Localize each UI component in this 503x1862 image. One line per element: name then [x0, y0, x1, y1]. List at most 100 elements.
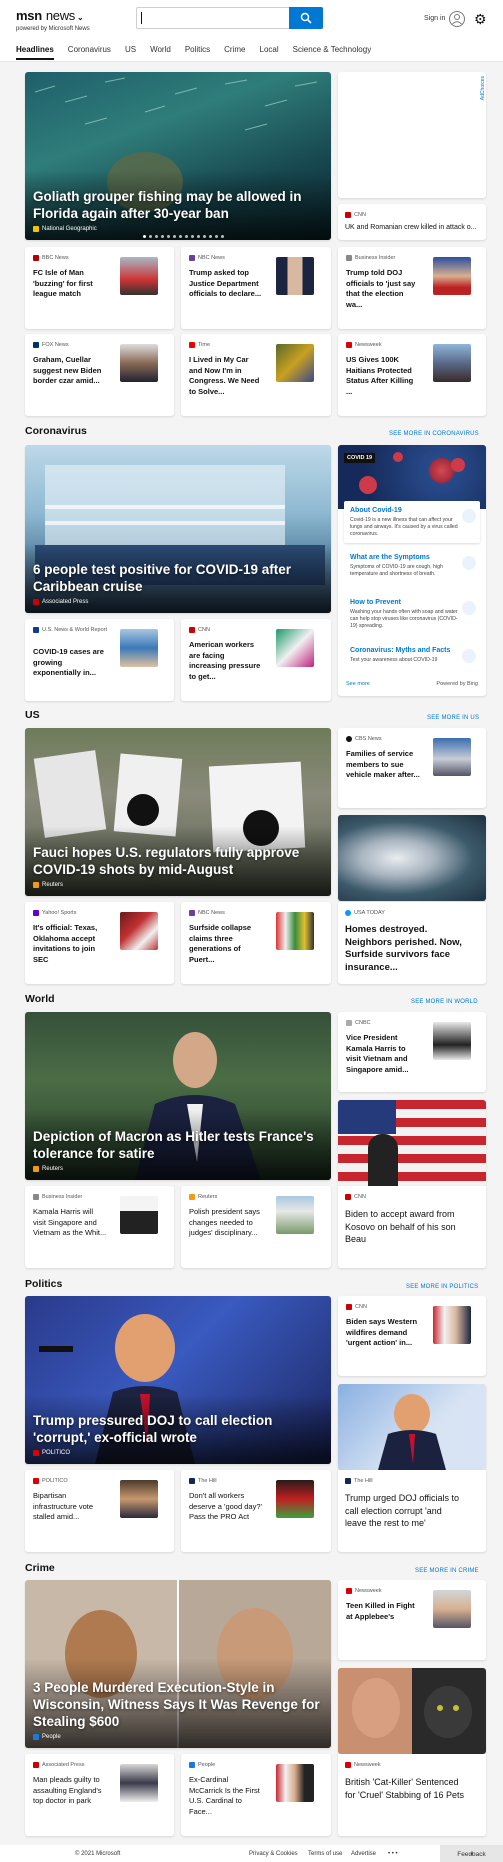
more-options-icon[interactable]: • • •	[388, 1851, 398, 1857]
world-image-card[interactable]	[338, 1100, 486, 1186]
source-logo-icon	[345, 1762, 351, 1768]
nav-tab-science-technology[interactable]: Science & Technology	[293, 45, 372, 60]
source-name: CNBC	[355, 1020, 371, 1026]
source-name: Business Insider	[355, 255, 396, 261]
source-name: U.S. News & World Report	[42, 627, 108, 633]
section-title-us[interactable]: US	[25, 709, 40, 721]
nav-tab-us[interactable]: US	[125, 45, 136, 60]
news-title: Teen Killed in Fight at Applebee's	[346, 1601, 415, 1621]
crime-image-card[interactable]	[338, 1668, 486, 1754]
news-title: Man pleads guilty to assaulting England'…	[33, 1775, 102, 1805]
section-title-coronavirus[interactable]: Coronavirus	[25, 425, 87, 437]
news-card[interactable]: U.S. News & World Report COVID-19 cases …	[25, 619, 174, 701]
see-more-crime-link[interactable]: SEE MORE IN CRIME	[415, 1568, 479, 1574]
news-title: Vice President Kamala Harris to visit Vi…	[346, 1033, 409, 1074]
news-card[interactable]: Newsweek Teen Killed in Fight at Applebe…	[338, 1580, 486, 1660]
nav-tab-local[interactable]: Local	[260, 45, 279, 60]
news-card[interactable]: Business Insider Trump told DOJ official…	[338, 247, 486, 329]
news-card[interactable]: Newsweek British 'Cat-Killer' Sentenced …	[338, 1754, 486, 1836]
politics-hero-card[interactable]: Trump pressured DOJ to call election 'co…	[25, 1296, 331, 1464]
search-input[interactable]	[139, 9, 289, 27]
news-card[interactable]: CBS News Families of service members to …	[338, 728, 486, 808]
covid-see-more-link[interactable]: See more	[346, 681, 370, 687]
news-card[interactable]: CNN Biden to accept award from Kosovo on…	[338, 1186, 486, 1268]
news-card[interactable]: Newsweek US Gives 100K Haitians Protecte…	[338, 334, 486, 416]
us-image-card[interactable]	[338, 815, 486, 901]
news-card[interactable]: People Ex-Cardinal McCarrick Is the Firs…	[181, 1754, 331, 1836]
msn-logo[interactable]: msn news ⌄	[16, 8, 84, 23]
news-thumbnail	[120, 629, 158, 667]
us-hero-card[interactable]: Fauci hopes U.S. regulators fully approv…	[25, 728, 331, 896]
source-logo-icon	[346, 736, 352, 742]
news-card[interactable]: Reuters Polish president says changes ne…	[181, 1186, 331, 1268]
see-more-us-link[interactable]: SEE MORE IN US	[427, 715, 479, 721]
source-logo-icon	[33, 1478, 39, 1484]
covid-item-symptoms[interactable]: What are the Symptoms Symptoms of COVID-1…	[344, 548, 480, 588]
news-card[interactable]: The Hill Don't all workers deserve a 'go…	[181, 1470, 331, 1552]
news-title: Graham, Cuellar suggest new Biden border…	[33, 355, 102, 385]
copyright: © 2021 Microsoft	[75, 1851, 121, 1857]
news-thumbnail	[433, 1022, 471, 1060]
news-thumbnail	[276, 1196, 314, 1234]
advertise-link[interactable]: Advertise	[351, 1851, 376, 1857]
news-card[interactable]: Yahoo! Sports It's official: Texas, Okla…	[25, 902, 174, 984]
source-logo-icon	[33, 1450, 39, 1456]
search-button[interactable]	[289, 7, 323, 29]
privacy-link[interactable]: Privacy & Cookies	[249, 1851, 298, 1857]
source-name: Reuters	[198, 1194, 218, 1200]
nav-tab-coronavirus[interactable]: Coronavirus	[68, 45, 111, 60]
section-title-crime[interactable]: Crime	[25, 1562, 55, 1574]
section-title-world[interactable]: World	[25, 993, 55, 1005]
source-name: Yahoo! Sports	[42, 910, 77, 916]
source-name: The Hill	[198, 1478, 217, 1484]
nav-tab-politics[interactable]: Politics	[185, 45, 210, 60]
news-card[interactable]: POLITICO Bipartisan infrastructure vote …	[25, 1470, 174, 1552]
news-thumbnail	[433, 257, 471, 295]
source-logo-icon	[33, 342, 39, 348]
see-more-politics-link[interactable]: SEE MORE IN POLITICS	[406, 1284, 478, 1290]
covid-item-myths[interactable]: Coronavirus: Myths and Facts Test your aw…	[344, 643, 480, 673]
source-logo-icon	[345, 212, 351, 218]
top-hero-card[interactable]: Goliath grouper fishing may be allowed i…	[25, 72, 331, 240]
avatar-icon[interactable]	[449, 11, 465, 27]
adchoices-label[interactable]: AdChoices	[480, 76, 486, 100]
news-card[interactable]: Associated Press Man pleads guilty to as…	[25, 1754, 174, 1836]
covid-item-about[interactable]: About Covid-19 Covid-19 is a new illness …	[344, 501, 480, 543]
feedback-button[interactable]: ▪ Feedback	[440, 1845, 503, 1862]
section-title-politics[interactable]: Politics	[25, 1278, 62, 1290]
news-card[interactable]: The Hill Trump urged DOJ officials to ca…	[338, 1470, 486, 1552]
section-label: news	[45, 8, 75, 23]
politics-image-card[interactable]	[338, 1384, 486, 1470]
news-title: Biden to accept award from Kosovo on beh…	[345, 1209, 456, 1244]
see-more-coronavirus-link[interactable]: SEE MORE IN CORONAVIRUS	[389, 431, 479, 437]
ad-card[interactable]: AdChoices	[338, 72, 486, 198]
news-card[interactable]: FOX News Graham, Cuellar suggest new Bid…	[25, 334, 174, 416]
news-card[interactable]: USA TODAY Homes destroyed. Neighbors per…	[338, 902, 486, 984]
carousel-dots[interactable]	[143, 235, 224, 238]
coronavirus-hero-card[interactable]: 6 people test positive for COVID-19 afte…	[25, 445, 331, 613]
news-title: American workers are facing increasing p…	[189, 640, 261, 681]
world-hero-card[interactable]: Depiction of Macron as Hitler tests Fran…	[25, 1012, 331, 1180]
sign-in-link[interactable]: Sign in	[424, 15, 445, 22]
news-card[interactable]: Time I Lived in My Car and Now I'm in Co…	[181, 334, 331, 416]
see-more-world-link[interactable]: SEE MORE IN WORLD	[411, 999, 478, 1005]
news-card[interactable]: BBC News FC Isle of Man 'buzzing' for fi…	[25, 247, 174, 329]
news-card[interactable]: NBC News Trump asked top Justice Departm…	[181, 247, 331, 329]
crime-hero-card[interactable]: 3 People Murdered Execution-Style in Wis…	[25, 1580, 331, 1748]
news-card[interactable]: CNN Biden says Western wildfires demand …	[338, 1296, 486, 1376]
news-card[interactable]: Business Insider Kamala Harris will visi…	[25, 1186, 174, 1268]
terms-link[interactable]: Terms of use	[308, 1851, 342, 1857]
nav-tab-headlines[interactable]: Headlines	[16, 45, 54, 60]
news-card[interactable]: CNBC Vice President Kamala Harris to vis…	[338, 1012, 486, 1092]
source-logo-icon	[189, 910, 195, 916]
news-thumbnail	[433, 344, 471, 382]
news-card[interactable]: CNN American workers are facing increasi…	[181, 619, 331, 701]
news-card[interactable]: NBC News Surfside collapse claims three …	[181, 902, 331, 984]
gear-icon[interactable]: ⚙	[474, 12, 488, 26]
side-news-card[interactable]: CNN UK and Romanian crew killed in attac…	[338, 204, 486, 240]
news-thumbnail	[276, 1764, 314, 1802]
covid-item-prevent[interactable]: How to Prevent Washing your hands often w…	[344, 593, 480, 639]
nav-tab-world[interactable]: World	[150, 45, 171, 60]
nav-tab-crime[interactable]: Crime	[224, 45, 245, 60]
covid-item-desc: Covid-19 is a new illness that can affec…	[350, 517, 458, 537]
